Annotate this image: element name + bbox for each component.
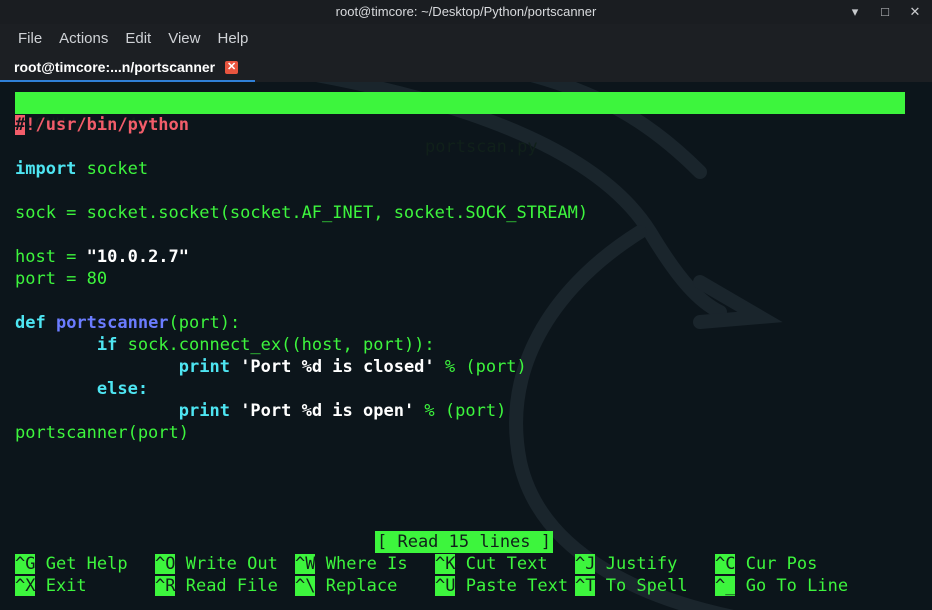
code-line-12: print 'Port %d is closed' % (port) xyxy=(15,356,527,378)
shortcut-cur-pos[interactable]: ^C Cur Pos xyxy=(715,553,817,575)
menu-view[interactable]: View xyxy=(160,24,208,54)
shortcut-key: ^J xyxy=(575,554,596,574)
shortcut-label: Paste Text xyxy=(455,576,569,596)
text-cursor: # xyxy=(15,115,26,135)
shortcut-label: Read File xyxy=(175,576,278,596)
shortcut-where-is[interactable]: ^W Where Is xyxy=(295,553,408,575)
code-line-5: sock = socket.socket(socket.AF_INET, soc… xyxy=(15,203,589,223)
tab-bar: root@timcore:...n/portscanner ✕ xyxy=(0,54,932,83)
keyword-def: def xyxy=(15,313,46,333)
shortcut-label: Go To Line xyxy=(735,576,849,596)
shortcut-key: ^O xyxy=(155,554,176,574)
format-args: % (port) xyxy=(414,401,507,421)
terminal-area[interactable]: GNU nano 4.5 portscan.py #!/usr/bin/pyth… xyxy=(0,82,932,610)
window-title: root@timcore: ~/Desktop/Python/portscann… xyxy=(335,4,597,19)
shortcut-get-help[interactable]: ^G Get Help xyxy=(15,553,128,575)
code-line-3: import socket xyxy=(15,158,148,180)
menu-edit[interactable]: Edit xyxy=(117,24,159,54)
format-args: % (port) xyxy=(434,357,527,377)
tab-terminal[interactable]: root@timcore:...n/portscanner ✕ xyxy=(0,54,255,83)
shortcut-label: Write Out xyxy=(175,554,278,574)
shortcut-key: ^U xyxy=(435,576,456,596)
shortcut-label: Where Is xyxy=(315,554,408,574)
code-line-8: port = 80 xyxy=(15,269,108,289)
shortcut-label: Get Help xyxy=(35,554,128,574)
shortcut-label: Replace xyxy=(315,576,398,596)
shebang: !/usr/bin/python xyxy=(25,115,190,135)
shortcut-label: Cur Pos xyxy=(735,554,818,574)
shortcut-justify[interactable]: ^J Justify xyxy=(575,553,677,575)
shortcut-replace[interactable]: ^\ Replace xyxy=(295,575,397,597)
window-titlebar: root@timcore: ~/Desktop/Python/portscann… xyxy=(0,0,932,24)
code-line-13: else: xyxy=(15,378,148,400)
shortcut-key: ^W xyxy=(295,554,316,574)
string-open: 'Port %d is open' xyxy=(229,401,415,421)
shortcut-exit[interactable]: ^X Exit xyxy=(15,575,87,597)
code-line-15: portscanner(port) xyxy=(15,423,189,443)
maximize-icon[interactable]: □ xyxy=(876,3,894,21)
shortcut-go-to-line[interactable]: ^_ Go To Line xyxy=(715,575,848,597)
nano-filename: portscan.py xyxy=(425,137,538,157)
if-condition: sock.connect_ex((host, port)): xyxy=(117,335,435,355)
function-name: portscanner xyxy=(45,313,169,333)
code-line-7: host = "10.0.2.7" xyxy=(15,246,189,268)
keyword-import: import xyxy=(15,159,77,179)
menu-help[interactable]: Help xyxy=(209,24,256,54)
menu-actions[interactable]: Actions xyxy=(51,24,116,54)
code-line-10: def portscanner(port): xyxy=(15,312,240,334)
shortcut-key: ^K xyxy=(435,554,456,574)
shortcut-label: Cut Text xyxy=(455,554,548,574)
function-params: (port): xyxy=(168,313,241,333)
string-closed: 'Port %d is closed' xyxy=(229,357,435,377)
shortcut-key: ^T xyxy=(575,576,596,596)
keyword-else: else: xyxy=(96,379,149,399)
host-assign: host = xyxy=(15,247,87,267)
shortcut-write-out[interactable]: ^O Write Out xyxy=(155,553,278,575)
shortcut-to-spell[interactable]: ^T To Spell xyxy=(575,575,688,597)
code-line-14: print 'Port %d is open' % (port) xyxy=(15,400,507,422)
keyword-if: if xyxy=(96,335,118,355)
shortcut-key: ^_ xyxy=(715,576,736,596)
shortcut-key: ^G xyxy=(15,554,36,574)
minimize-icon[interactable]: ▾ xyxy=(846,3,864,21)
tab-close-icon[interactable]: ✕ xyxy=(225,60,239,74)
nano-header: GNU nano 4.5 portscan.py xyxy=(15,92,905,157)
shortcut-label: Justify xyxy=(595,554,678,574)
shortcut-key: ^R xyxy=(155,576,176,596)
menu-bar: File Actions Edit View Help xyxy=(0,24,932,54)
shortcut-key: ^\ xyxy=(295,576,316,596)
shortcut-cut-text[interactable]: ^K Cut Text xyxy=(435,553,548,575)
code-line-1: #!/usr/bin/python xyxy=(15,114,189,136)
code-line-11: if sock.connect_ex((host, port)): xyxy=(15,334,435,356)
shortcut-key: ^X xyxy=(15,576,36,596)
status-message: [ Read 15 lines ] xyxy=(375,531,553,553)
shortcut-read-file[interactable]: ^R Read File xyxy=(155,575,278,597)
import-module: socket xyxy=(76,159,149,179)
keyword-print: print xyxy=(178,401,230,421)
keyword-print: print xyxy=(178,357,230,377)
shortcut-label: To Spell xyxy=(595,576,688,596)
shortcut-key: ^C xyxy=(715,554,736,574)
close-icon[interactable]: ✕ xyxy=(906,3,924,21)
window-controls: ▾ □ ✕ xyxy=(846,0,924,24)
shortcut-label: Exit xyxy=(35,576,87,596)
shortcut-paste-text[interactable]: ^U Paste Text xyxy=(435,575,568,597)
host-string: "10.0.2.7" xyxy=(86,247,190,267)
tab-label: root@timcore:...n/portscanner xyxy=(14,59,216,75)
menu-file[interactable]: File xyxy=(10,24,50,54)
